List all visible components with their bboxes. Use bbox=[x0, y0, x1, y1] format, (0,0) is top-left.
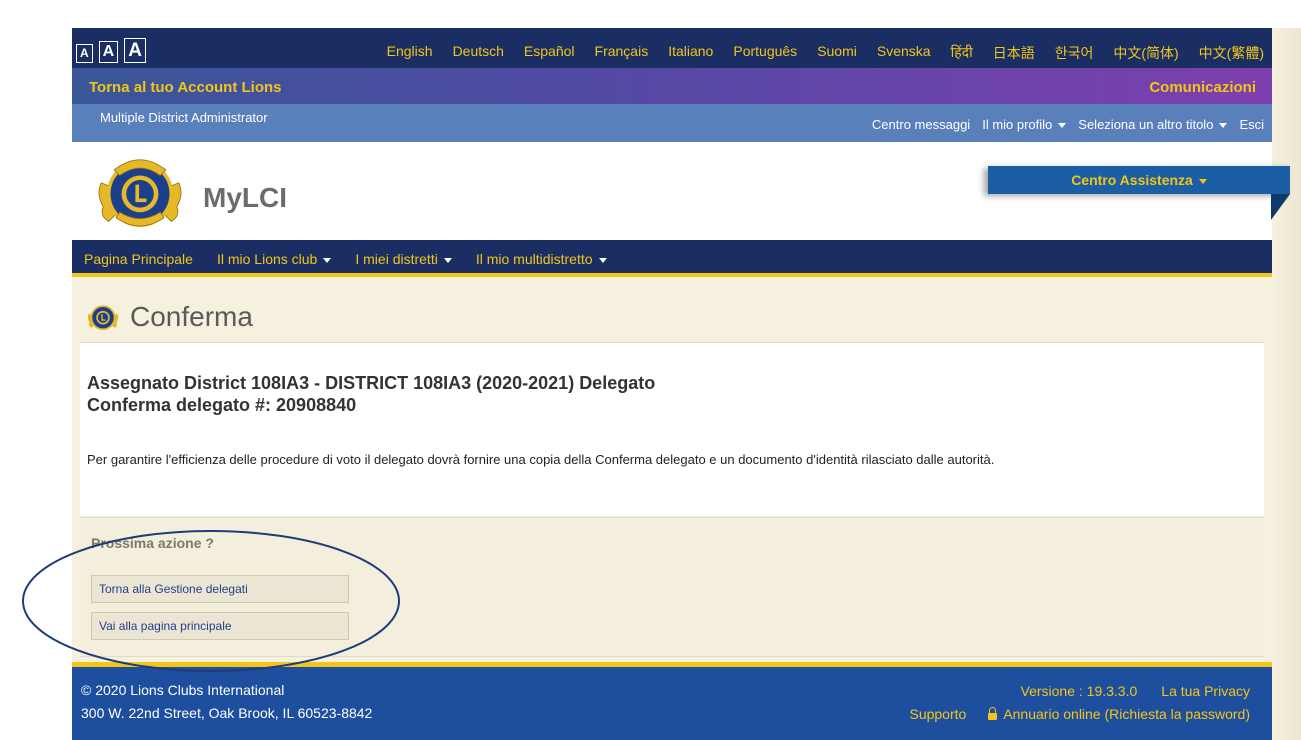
lang-italiano[interactable]: Italiano bbox=[668, 43, 713, 63]
font-size-small-button[interactable]: A bbox=[76, 44, 93, 63]
change-title-label: Seleziona un altro titolo bbox=[1078, 117, 1214, 132]
back-to-delegates-button[interactable]: Torna alla Gestione delegati bbox=[91, 575, 349, 603]
assignment-heading: Assegnato District 108IA3 - DISTRICT 108… bbox=[87, 373, 656, 393]
nav-my-districts-label: I miei distretti bbox=[355, 251, 438, 267]
go-home-button[interactable]: Vai alla pagina principale bbox=[91, 612, 349, 640]
top-bar: A A A English Deutsch Español Français I… bbox=[72, 28, 1272, 68]
next-action-panel: Prossima azione ? Torna alla Gestione de… bbox=[80, 517, 1264, 657]
change-title-menu[interactable]: Seleziona un altro titolo bbox=[1078, 117, 1228, 132]
help-center-button[interactable]: Centro Assistenza bbox=[988, 166, 1290, 194]
font-size-large-button[interactable]: A bbox=[124, 38, 146, 63]
site-footer: © 2020 Lions Clubs International 300 W. … bbox=[72, 662, 1272, 740]
page-title-panel: Conferma bbox=[80, 292, 1264, 343]
site-header: MyLCI Centro Assistenza bbox=[72, 142, 1290, 240]
lang-chinese-traditional[interactable]: 中文(繁體) bbox=[1199, 43, 1264, 63]
support-link[interactable]: Supporto bbox=[909, 706, 966, 722]
language-selector: English Deutsch Español Français Italian… bbox=[387, 43, 1264, 63]
messages-link[interactable]: Centro messaggi bbox=[872, 117, 970, 132]
lions-logo-icon[interactable] bbox=[94, 146, 186, 238]
profile-menu[interactable]: Il mio profilo bbox=[982, 117, 1067, 132]
lang-deutsch[interactable]: Deutsch bbox=[453, 43, 504, 63]
caret-down-icon bbox=[1198, 178, 1207, 184]
privacy-link[interactable]: La tua Privacy bbox=[1161, 683, 1250, 699]
nav-my-multidistrict[interactable]: Il mio multidistretto bbox=[476, 251, 607, 267]
user-band: Multiple District Administrator Centro m… bbox=[72, 104, 1272, 142]
lang-svenska[interactable]: Svenska bbox=[877, 43, 931, 63]
logout-link[interactable]: Esci bbox=[1239, 117, 1264, 132]
nav-home[interactable]: Pagina Principale bbox=[84, 251, 193, 267]
help-center-ribbon-fold bbox=[1271, 194, 1290, 220]
footer-row-2: Supporto Annuario online (Richiesta la p… bbox=[909, 706, 1250, 722]
caret-down-icon bbox=[1219, 123, 1228, 129]
font-size-medium-button[interactable]: A bbox=[98, 41, 119, 63]
lang-hindi[interactable]: हिंदी bbox=[951, 43, 973, 63]
page: A A A English Deutsch Español Français I… bbox=[72, 28, 1301, 740]
main-nav: Pagina Principale Il mio Lions club I mi… bbox=[72, 240, 1272, 277]
back-to-account-link[interactable]: Torna al tuo Account Lions bbox=[89, 79, 282, 96]
nav-my-multidistrict-label: Il mio multidistretto bbox=[475, 251, 593, 267]
address: 300 W. 22nd Street, Oak Brook, IL 60523-… bbox=[81, 705, 373, 721]
lang-english[interactable]: English bbox=[387, 43, 433, 63]
footer-row-1: Versione : 19.3.3.0 La tua Privacy bbox=[1021, 683, 1250, 699]
lang-espanol[interactable]: Español bbox=[524, 43, 575, 63]
page-title: Conferma bbox=[130, 301, 253, 332]
lang-korean[interactable]: 한국어 bbox=[1055, 43, 1094, 63]
version-label: Versione : 19.3.3.0 bbox=[1020, 683, 1138, 699]
caret-down-icon bbox=[1058, 123, 1067, 129]
lock-icon bbox=[988, 707, 998, 720]
nav-my-club[interactable]: Il mio Lions club bbox=[216, 251, 332, 267]
caret-down-icon bbox=[443, 257, 452, 263]
help-center-label: Centro Assistenza bbox=[1071, 172, 1193, 188]
next-action-title: Prossima azione ? bbox=[91, 535, 214, 551]
account-band: Torna al tuo Account Lions Comunicazioni bbox=[72, 68, 1272, 104]
lang-portugues[interactable]: Português bbox=[733, 43, 797, 63]
lang-chinese-simplified[interactable]: 中文(简体) bbox=[1113, 43, 1178, 63]
brand-title: MyLCI bbox=[203, 182, 287, 213]
communications-link[interactable]: Comunicazioni bbox=[1149, 79, 1256, 96]
directory-link[interactable]: Annuario online (Richiesta la password) bbox=[988, 706, 1250, 722]
nav-my-districts[interactable]: I miei distretti bbox=[355, 251, 452, 267]
copyright: © 2020 Lions Clubs International bbox=[81, 682, 285, 698]
lang-suomi[interactable]: Suomi bbox=[817, 43, 857, 63]
lang-japanese[interactable]: 日本語 bbox=[993, 43, 1035, 63]
delegate-number: Conferma delegato #: 20908840 bbox=[87, 395, 357, 415]
page-edge-shadow bbox=[1272, 28, 1301, 740]
confirmation-content: Assegnato District 108IA3 - DISTRICT 108… bbox=[80, 343, 1264, 516]
voting-notice: Per garantire l'efficienza delle procedu… bbox=[87, 452, 995, 467]
caret-down-icon bbox=[598, 257, 607, 263]
lang-francais[interactable]: Français bbox=[595, 43, 649, 63]
user-role: Multiple District Administrator bbox=[100, 110, 268, 125]
caret-down-icon bbox=[323, 257, 332, 263]
lions-logo-icon bbox=[87, 305, 119, 331]
font-size-controls: A A A bbox=[76, 38, 146, 63]
user-nav: Centro messaggi Il mio profilo Seleziona… bbox=[872, 117, 1264, 132]
profile-menu-label: Il mio profilo bbox=[982, 117, 1053, 132]
directory-link-label: Annuario online (Richiesta la password) bbox=[1003, 706, 1250, 722]
nav-my-club-label: Il mio Lions club bbox=[216, 251, 318, 267]
